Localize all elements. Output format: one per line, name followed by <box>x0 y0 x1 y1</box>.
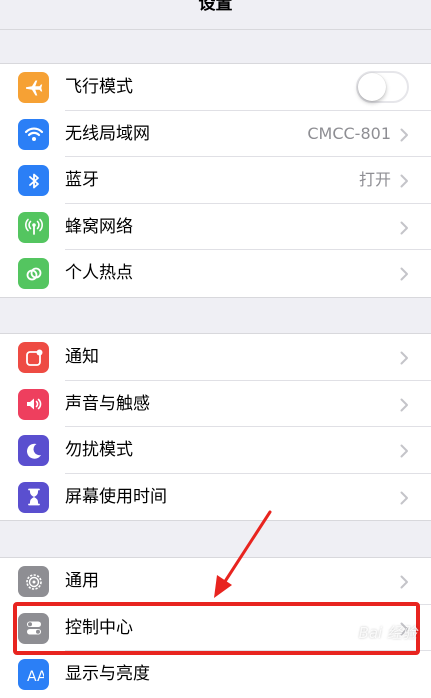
row-label: 屏幕使用时间 <box>65 486 167 507</box>
chevron-right-icon <box>400 398 408 411</box>
row-label: 通知 <box>65 347 99 367</box>
chevron-right-icon <box>400 221 408 234</box>
hotspot-icon <box>18 258 49 289</box>
speaker-icon <box>18 388 49 420</box>
row-notifications[interactable]: 通知 <box>0 334 431 381</box>
notification-icon <box>18 342 49 373</box>
row-label: 声音与触感 <box>65 393 150 414</box>
chevron-right-icon <box>400 128 408 141</box>
settings-group-connectivity: 飞行模式 无线局域网 CMCC-801 蓝牙 打开 蜂窝网络 个人热点 <box>0 63 431 298</box>
row-display-brightness[interactable]: AA 显示与亮度 <box>0 651 431 698</box>
switches-icon <box>18 612 49 644</box>
row-bluetooth[interactable]: 蓝牙 打开 <box>0 157 431 204</box>
row-general[interactable]: 通用 <box>0 558 431 605</box>
row-label: 无线局域网 <box>65 123 150 144</box>
row-wifi[interactable]: 无线局域网 CMCC-801 <box>0 111 431 157</box>
wifi-icon <box>18 118 49 150</box>
row-do-not-disturb[interactable]: 勿扰模式 <box>0 427 431 474</box>
row-airplane-mode[interactable]: 飞行模式 <box>0 64 431 111</box>
row-label: 蜂窝网络 <box>65 216 133 237</box>
row-cellular[interactable]: 蜂窝网络 <box>0 204 431 250</box>
row-label: 个人热点 <box>65 263 133 283</box>
chevron-right-icon <box>400 267 408 281</box>
row-label: 通用 <box>65 571 99 591</box>
navbar-divider <box>0 29 431 30</box>
row-label: 蓝牙 <box>65 170 99 190</box>
svg-text:AA: AA <box>27 669 44 685</box>
row-screen-time[interactable]: 屏幕使用时间 <box>0 474 431 521</box>
display-icon: AA <box>18 659 49 690</box>
antenna-icon <box>18 211 49 243</box>
bluetooth-icon <box>18 165 49 196</box>
chevron-right-icon <box>400 351 408 365</box>
gear-icon <box>18 566 49 597</box>
hourglass-icon <box>18 481 49 513</box>
airplane-icon <box>18 72 49 103</box>
row-label: 控制中心 <box>65 617 133 638</box>
watermark-logo: Bai 经验 <box>358 624 417 642</box>
chevron-right-icon <box>400 174 408 188</box>
chevron-right-icon <box>400 575 408 589</box>
page-title: 设置 <box>198 0 233 14</box>
chevron-right-icon <box>400 444 408 458</box>
row-personal-hotspot[interactable]: 个人热点 <box>0 250 431 297</box>
row-label: 勿扰模式 <box>65 440 133 460</box>
bluetooth-status-value: 打开 <box>358 170 391 189</box>
toggle-knob <box>358 73 386 101</box>
wifi-network-value: CMCC-801 <box>307 123 391 143</box>
row-sounds-haptics[interactable]: 声音与触感 <box>0 381 431 427</box>
row-label: 飞行模式 <box>65 77 133 97</box>
airplane-mode-toggle[interactable] <box>356 71 409 103</box>
settings-group-notifications: 通知 声音与触感 勿扰模式 屏幕使用时间 <box>0 333 431 521</box>
row-label: 显示与亮度 <box>65 664 150 684</box>
moon-icon <box>18 435 49 466</box>
chevron-right-icon <box>400 491 408 504</box>
